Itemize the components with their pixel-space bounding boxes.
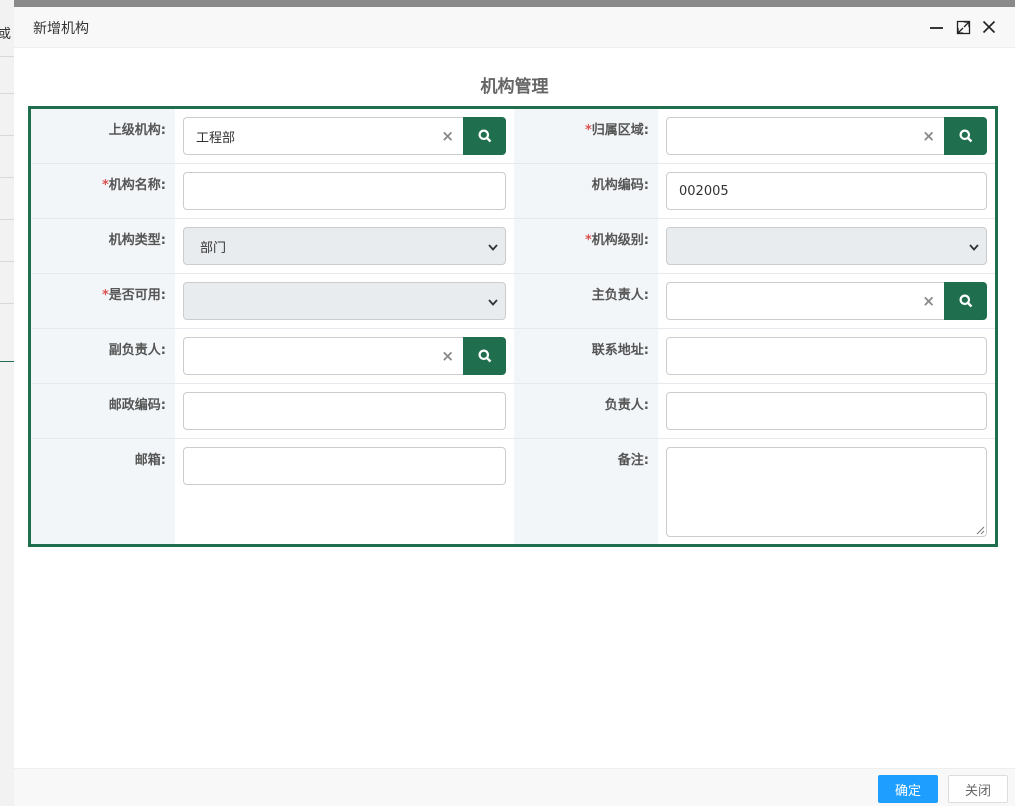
region-picker: × [666,117,987,155]
org-code-label: 机构编码: [514,164,658,219]
background-divider [0,93,14,94]
region-cell: × [658,109,995,164]
dialog-footer: 确定 关闭 [14,768,1015,806]
parent-org-value: 工程部 [196,130,236,146]
background-divider [0,177,14,178]
parent-org-input[interactable]: 工程部 × [183,117,463,155]
search-icon [478,349,491,363]
remark-textarea[interactable] [666,447,987,537]
region-input[interactable]: × [666,117,944,155]
background-app: 或 [0,0,14,806]
enabled-label: *是否可用: [31,274,175,329]
org-name-label: *机构名称: [31,164,175,219]
chevron-down-icon [488,244,498,251]
parent-org-label: 上级机构: [31,109,175,164]
org-type-value: 部门 [200,240,227,256]
background-divider [0,135,14,136]
clear-icon[interactable]: × [922,127,935,145]
search-icon [478,129,491,143]
org-name-input[interactable] [183,172,506,210]
owner-input[interactable] [666,392,987,430]
deputy-owner-cell: × [175,329,514,384]
email-input[interactable] [183,447,506,485]
org-type-select[interactable]: 部门 [183,227,506,265]
background-divider [0,303,14,304]
background-divider [0,261,14,262]
chevron-down-icon [969,244,979,251]
primary-owner-input[interactable]: × [666,282,944,320]
enabled-select[interactable] [183,282,506,320]
org-code-value: 002005 [679,183,729,199]
background-text: 或 [0,27,12,42]
org-code-input[interactable]: 002005 [666,172,987,210]
remark-cell [658,439,995,544]
deputy-owner-search-button[interactable] [463,337,506,375]
parent-org-search-button[interactable] [463,117,506,155]
org-level-cell [658,219,995,274]
primary-owner-picker: × [666,282,987,320]
email-cell [175,439,514,544]
resize-grip-icon[interactable] [976,526,985,535]
minimize-icon[interactable] [927,18,945,36]
clear-icon[interactable]: × [922,292,935,310]
address-input[interactable] [666,337,987,375]
deputy-owner-label: 副负责人: [31,329,175,384]
dialog-header: 新增机构 [14,7,1015,48]
clear-icon[interactable]: × [441,127,454,145]
maximize-icon[interactable] [954,18,972,36]
postal-code-label: 邮政编码: [31,384,175,439]
org-name-cell [175,164,514,219]
enabled-cell [175,274,514,329]
close-icon[interactable] [980,18,998,36]
background-accent-line [0,361,14,362]
postal-code-cell [175,384,514,439]
primary-owner-cell: × [658,274,995,329]
org-level-label: *机构级别: [514,219,658,274]
owner-cell [658,384,995,439]
postal-code-input[interactable] [183,392,506,430]
form-title: 机构管理 [480,77,549,97]
deputy-owner-input[interactable]: × [183,337,463,375]
org-form: 上级机构: 工程部 × *归属区域: × *机构名称: 机构编码: 002005… [28,106,998,547]
search-icon [959,129,972,143]
org-type-label: 机构类型: [31,219,175,274]
background-divider [0,56,14,57]
owner-label: 负责人: [514,384,658,439]
confirm-button[interactable]: 确定 [878,775,938,803]
background-divider [0,219,14,220]
dialog-title: 新增机构 [33,21,89,37]
address-label: 联系地址: [514,329,658,384]
deputy-owner-picker: × [183,337,506,375]
org-level-select[interactable] [666,227,987,265]
chevron-down-icon [488,299,498,306]
clear-icon[interactable]: × [441,347,454,365]
org-code-cell: 002005 [658,164,995,219]
address-cell [658,329,995,384]
search-icon [959,294,972,308]
add-org-dialog: 新增机构 机构管理 上级机构: 工程部 × *归属区域: × *机构名称: 机构… [14,7,1015,806]
parent-org-cell: 工程部 × [175,109,514,164]
primary-owner-label: 主负责人: [514,274,658,329]
region-search-button[interactable] [944,117,987,155]
primary-owner-search-button[interactable] [944,282,987,320]
org-type-cell: 部门 [175,219,514,274]
close-button[interactable]: 关闭 [948,775,1008,803]
remark-label: 备注: [514,439,658,544]
parent-org-picker: 工程部 × [183,117,506,155]
email-label: 邮箱: [31,439,175,544]
region-label: *归属区域: [514,109,658,164]
